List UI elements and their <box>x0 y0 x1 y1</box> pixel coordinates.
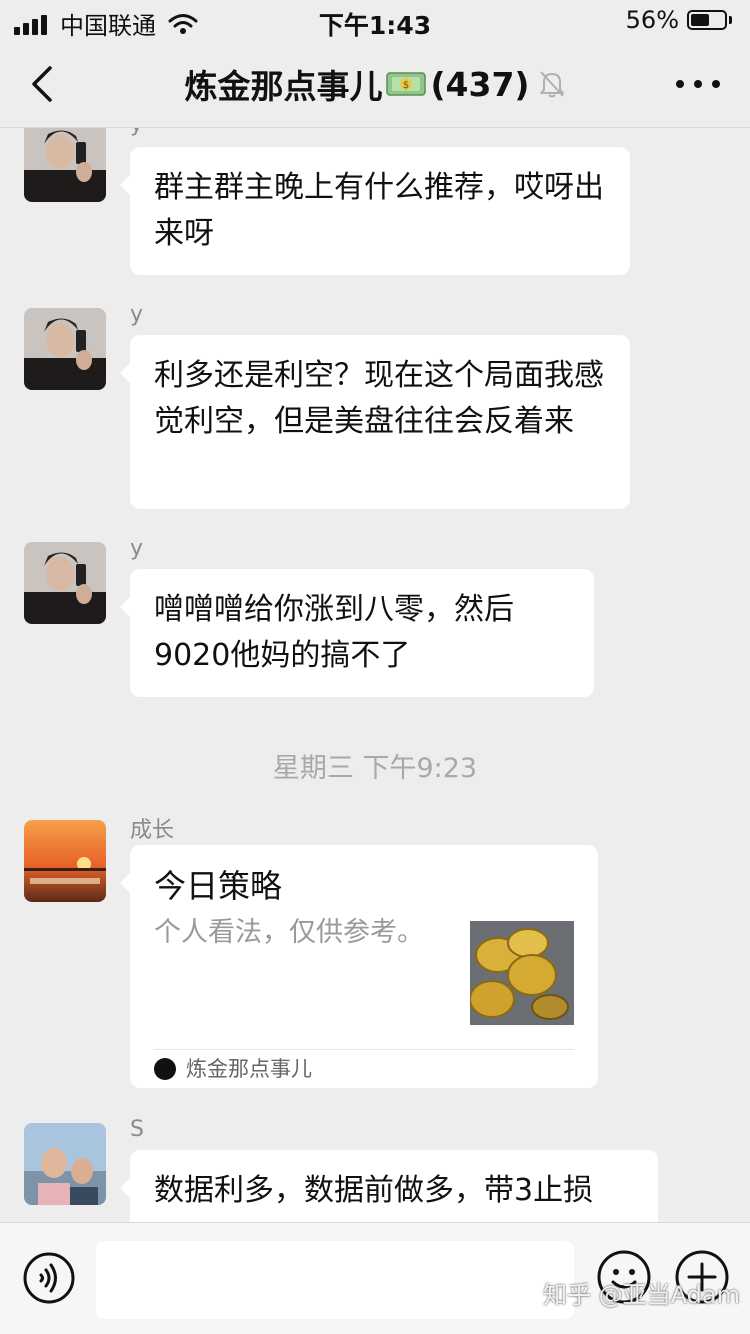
battery-percentage: 56% <box>625 6 679 34</box>
sender-name: y <box>130 128 143 137</box>
source-logo-icon <box>154 1058 176 1080</box>
avatar[interactable] <box>24 1123 106 1205</box>
message-bubble[interactable]: 利多还是利空？现在这个局面我感觉利空，但是美盘往往会反着来 <box>120 335 630 509</box>
nav-bar: 炼金那点事儿 $ (437) <box>0 40 750 128</box>
money-emoji-icon: $ <box>386 72 427 96</box>
status-bar: 中国联通 下午1:43 56% <box>0 0 750 40</box>
avatar-image <box>24 820 106 902</box>
avatar-image <box>24 542 106 624</box>
dot-icon <box>676 80 684 88</box>
input-bar: 知乎 @亚当Adam <box>0 1222 750 1334</box>
card-source-name: 炼金那点事儿 <box>186 1057 312 1081</box>
battery-cap <box>729 16 732 24</box>
more-options-button[interactable] <box>676 70 720 98</box>
avatar[interactable] <box>24 820 106 902</box>
message-input[interactable] <box>96 1241 574 1319</box>
nav-title-group: 炼金那点事儿 $ (437) <box>0 60 750 108</box>
chat-title: 炼金那点事儿 <box>184 67 383 106</box>
mute-bell-icon <box>539 71 564 98</box>
message-bubble[interactable]: 群主群主晚上有什么推荐，哎呀出来呀 <box>120 147 630 275</box>
battery-fill <box>691 14 709 26</box>
avatar-image <box>24 128 106 202</box>
sender-name: 成长 <box>130 818 175 843</box>
message-text: 群主群主晚上有什么推荐，哎呀出来呀 <box>154 170 604 251</box>
avatar[interactable] <box>24 542 106 624</box>
avatar-image <box>24 1123 106 1205</box>
avatar[interactable] <box>24 128 106 202</box>
gold-coins-thumbnail <box>470 921 574 1025</box>
message-bubble[interactable]: 数据利多，数据前做多，带3止损 <box>120 1150 658 1222</box>
chat-message-list[interactable]: y 群主群主晚上有什么推荐，哎呀出来呀 y 利多还是利空？现在这个局面我感觉利空… <box>0 128 750 1222</box>
message-text: 利多还是利空？现在这个局面我感觉利空，但是美盘往往会反着来 <box>154 358 604 439</box>
sender-name: y <box>130 536 144 561</box>
svg-text:$: $ <box>403 80 409 91</box>
article-card[interactable]: 今日策略 个人看法，仅供参考。 炼金那点事儿 <box>120 845 598 1088</box>
card-title: 今日策略 <box>154 867 283 905</box>
avatar[interactable] <box>24 308 106 390</box>
dot-icon <box>712 80 720 88</box>
message-text: 数据利多，数据前做多，带3止损 <box>154 1173 594 1208</box>
status-right: 56% <box>626 6 732 34</box>
dot-icon <box>694 80 702 88</box>
battery-icon <box>687 10 727 30</box>
message-text: 噌噌噌给你涨到八零，然后9020他妈的搞不了 <box>154 592 514 673</box>
member-count: (437) <box>430 64 530 104</box>
voice-input-icon[interactable] <box>22 1251 76 1305</box>
sender-name: S <box>130 1117 144 1142</box>
avatar-image <box>24 308 106 390</box>
card-footer: 炼金那点事儿 <box>154 1049 574 1088</box>
time-divider: 星期三 下午9:23 <box>272 753 478 784</box>
message-bubble[interactable]: 噌噌噌给你涨到八零，然后9020他妈的搞不了 <box>120 569 594 697</box>
sender-name: y <box>130 302 144 327</box>
watermark-text: 知乎 @亚当Adam <box>543 1281 740 1309</box>
